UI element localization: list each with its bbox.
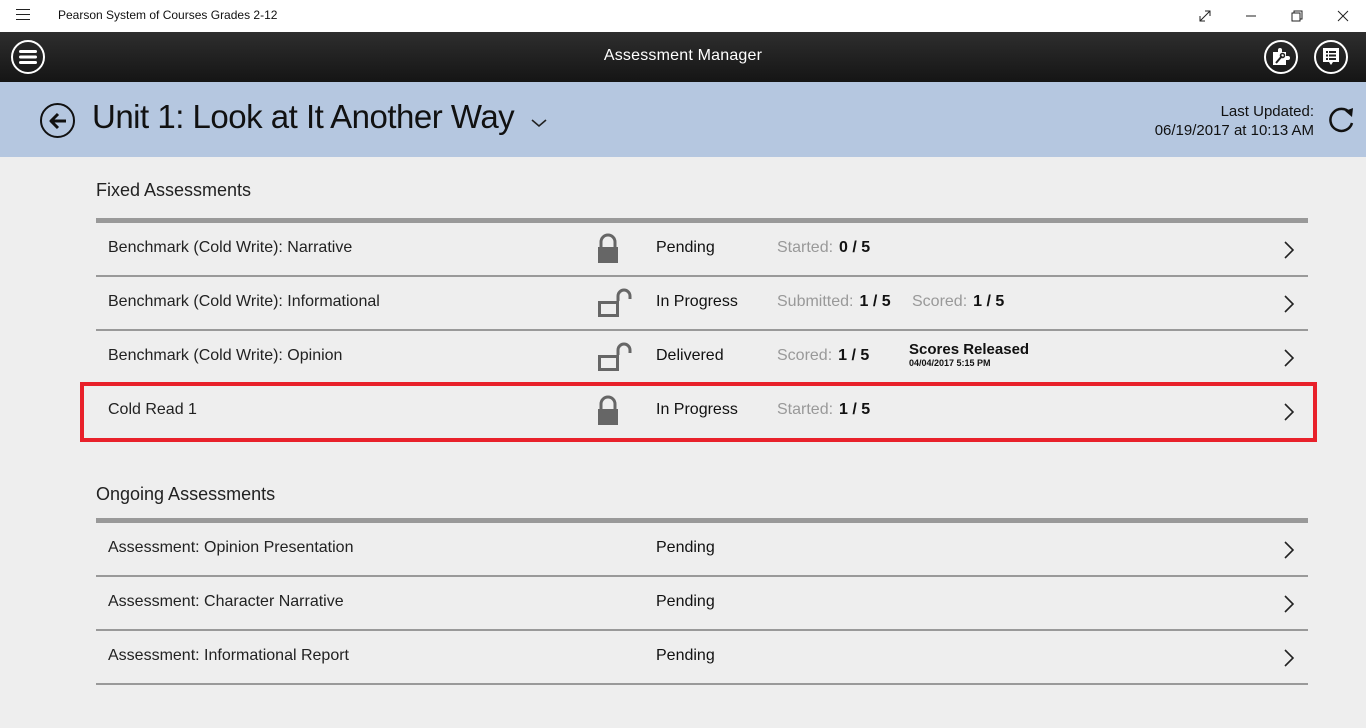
last-updated-label: Last Updated: (1220, 103, 1314, 120)
scores-released-title: Scores Released (909, 341, 1030, 358)
stat-scored: Scored: 1 / 5 (777, 347, 870, 364)
app-bar: Assessment Manager (0, 32, 1366, 82)
status-text: Pending (656, 539, 715, 556)
status-text: Pending (656, 647, 715, 664)
status-text: Pending (656, 239, 715, 256)
notes-button[interactable] (1314, 40, 1348, 74)
lock-open-icon (596, 341, 636, 378)
back-arrow-icon (49, 112, 66, 129)
window-menu-icon[interactable] (16, 9, 30, 23)
ongoing-assessment-row[interactable]: Assessment: Informational Report Pending (96, 631, 1308, 685)
stat-started: Started: 1 / 5 (777, 401, 871, 418)
assessment-row[interactable]: Benchmark (Cold Write): Informational In… (96, 277, 1308, 331)
lock-closed-icon (596, 395, 620, 432)
window-titlebar: Pearson System of Courses Grades 2-12 (0, 0, 1366, 32)
chevron-right-icon (1284, 295, 1295, 318)
assessment-row[interactable]: Cold Read 1 In Progress Started: 1 / 5 (96, 385, 1308, 439)
back-button[interactable] (40, 103, 75, 138)
chevron-right-icon (1284, 241, 1295, 264)
list-comment-icon (1323, 48, 1339, 65)
assessment-name: Assessment: Character Narrative (108, 593, 344, 610)
unit-title: Unit 1: Look at It Another Way (92, 98, 515, 135)
assessment-row[interactable]: Benchmark (Cold Write): Narrative Pendin… (96, 223, 1308, 277)
tools-button[interactable] (1264, 40, 1298, 74)
close-icon[interactable] (1320, 0, 1366, 32)
assessment-name: Assessment: Opinion Presentation (108, 539, 354, 556)
scores-released-date: 04/04/2017 5:15 PM (909, 358, 991, 368)
assessment-name: Benchmark (Cold Write): Opinion (108, 347, 343, 364)
status-text: In Progress (656, 401, 738, 418)
scores-released: Scores Released 04/04/2017 5:15 PM (909, 341, 1029, 368)
last-updated-value: 06/19/2017 at 10:13 AM (1154, 122, 1314, 139)
last-updated: Last Updated: 06/19/2017 at 10:13 AM (1155, 102, 1314, 140)
chevron-right-icon (1284, 595, 1295, 618)
ongoing-assessments-heading: Ongoing Assessments (96, 484, 276, 504)
status-text: Pending (656, 593, 715, 610)
assessment-name: Assessment: Informational Report (108, 647, 349, 664)
assessment-name: Benchmark (Cold Write): Narrative (108, 239, 353, 256)
stat-scored: Scored: 1 / 5 (912, 293, 1005, 310)
chevron-right-icon (1284, 403, 1295, 426)
assessment-name: Benchmark (Cold Write): Informational (108, 293, 380, 310)
lock-closed-icon (596, 233, 620, 270)
assessment-row[interactable]: Benchmark (Cold Write): Opinion Delivere… (96, 331, 1308, 385)
chevron-down-icon (531, 119, 547, 128)
refresh-icon (1329, 107, 1354, 133)
restore-icon[interactable] (1274, 0, 1320, 32)
stat-started: Started: 0 / 5 (777, 239, 871, 256)
ongoing-assessment-row[interactable]: Assessment: Opinion Presentation Pending (96, 523, 1308, 577)
ongoing-assessment-row[interactable]: Assessment: Character Narrative Pending (96, 577, 1308, 631)
refresh-button[interactable] (1325, 104, 1357, 141)
status-text: In Progress (656, 293, 738, 310)
minimize-icon[interactable] (1228, 0, 1274, 32)
status-text: Delivered (656, 347, 724, 364)
assessment-name: Cold Read 1 (108, 401, 197, 418)
fixed-assessments-heading: Fixed Assessments (96, 180, 252, 200)
puzzle-tools-icon (1273, 48, 1290, 65)
fullscreen-icon[interactable] (1182, 0, 1228, 32)
window-title: Pearson System of Courses Grades 2-12 (58, 8, 278, 22)
lock-open-icon (596, 287, 636, 324)
app-title: Assessment Manager (603, 47, 763, 64)
chevron-right-icon (1284, 349, 1295, 372)
chevron-right-icon (1284, 649, 1295, 672)
stat-submitted: Submitted: 1 / 5 (777, 293, 891, 310)
chevron-right-icon (1284, 541, 1295, 564)
unit-dropdown-button[interactable] (530, 116, 548, 134)
